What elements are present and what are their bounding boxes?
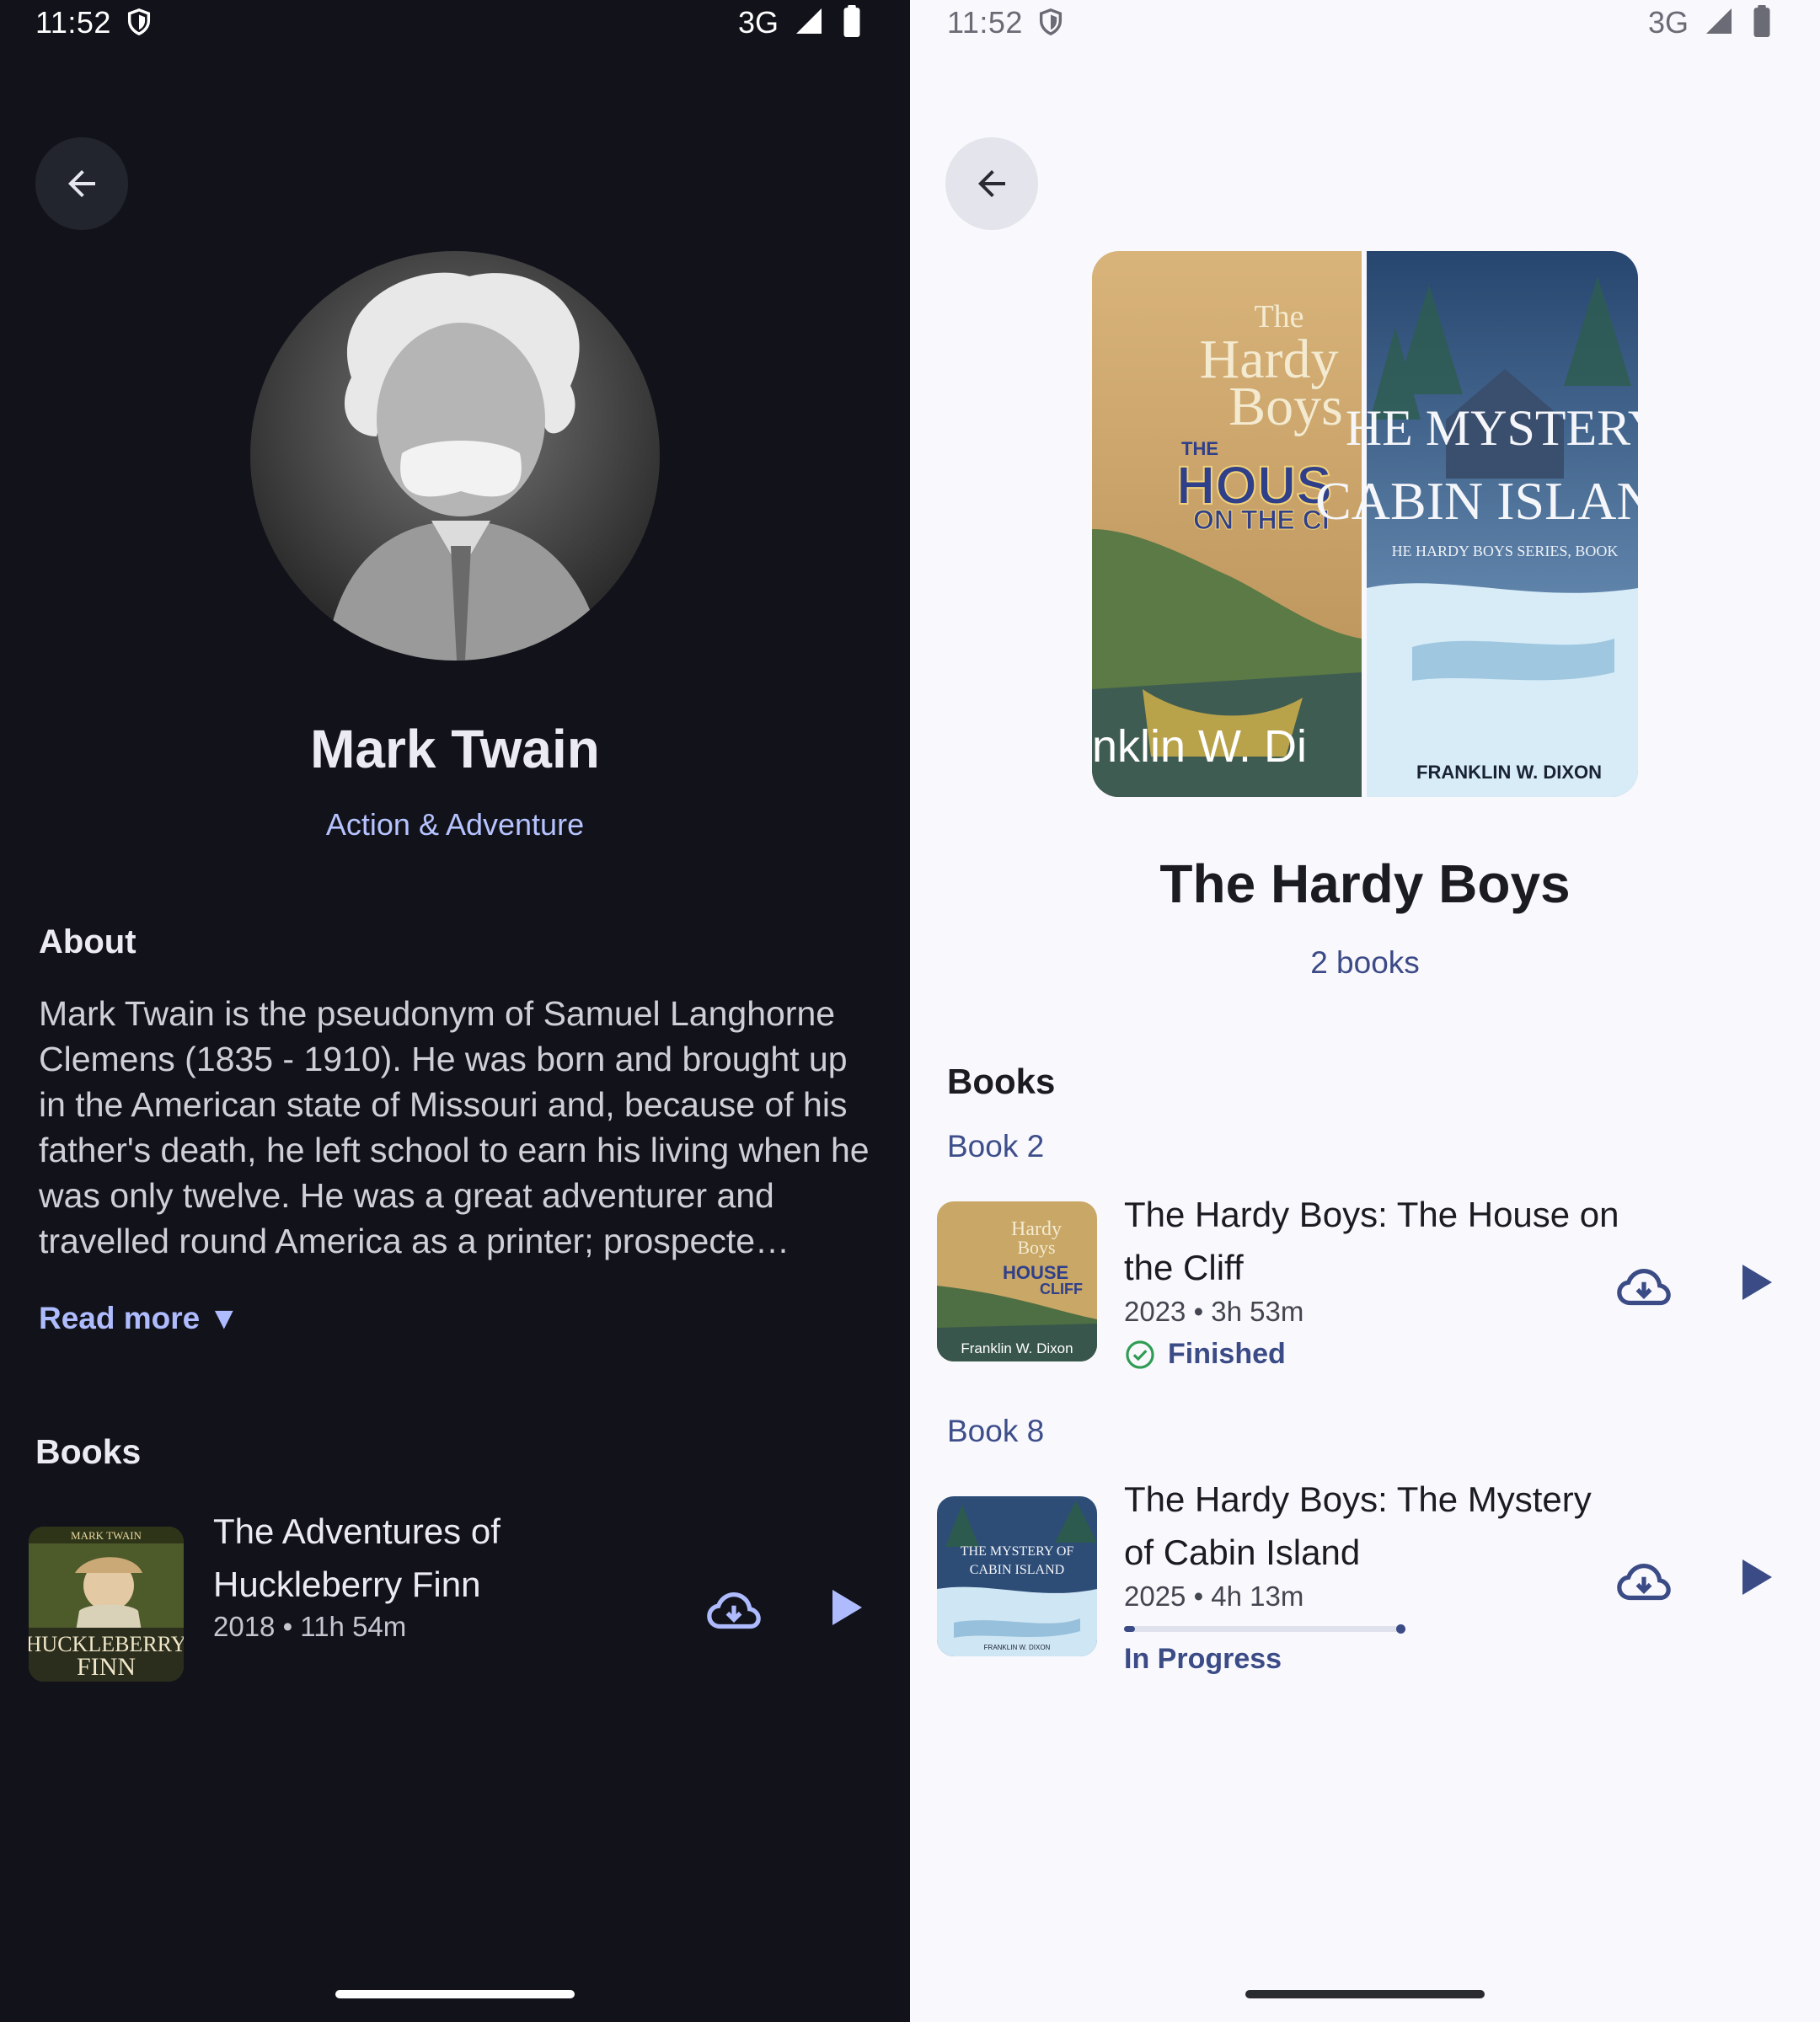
download-button[interactable]: [1614, 1259, 1673, 1322]
book-number-label: Book 8: [947, 1414, 1045, 1448]
cover-text: FRANKLIN W. DIXON: [984, 1644, 1051, 1651]
time-text: 11:52: [35, 5, 111, 40]
series-screen: 11:52 3G The Hardy Boys THE HOUS ON THE …: [910, 0, 1820, 2022]
read-more-button[interactable]: Read more ▼: [39, 1301, 239, 1336]
status-bar-network: 3G: [1648, 5, 1771, 40]
back-button[interactable]: [945, 137, 1038, 230]
cover-text: nklin W. Di: [1092, 721, 1307, 772]
play-icon: [1742, 1559, 1772, 1595]
cover-text: THE MYSTERY OF: [961, 1544, 1074, 1559]
book-title[interactable]: The Hardy Boys: The House on the Cliff: [1124, 1188, 1630, 1294]
cloud-download-icon: [707, 1591, 761, 1629]
network-text: 3G: [1648, 5, 1689, 40]
download-button[interactable]: [1614, 1554, 1673, 1617]
cover-text: CLIFF: [1040, 1281, 1083, 1297]
in-progress-status: In Progress: [1124, 1643, 1282, 1675]
author-name: Mark Twain: [310, 719, 600, 779]
book-meta: 2023 • 3h 53m: [1124, 1296, 1304, 1327]
signal-icon: [1706, 8, 1732, 34]
listening-progress-bar: [1124, 1624, 1405, 1634]
cover-text: FRANKLIN W. DIXON: [1416, 762, 1602, 783]
cover-text: HE HARDY BOYS SERIES, BOOK: [1392, 543, 1619, 559]
author-photo-illustration: [250, 251, 660, 661]
cover-subtitle-text: FINN: [77, 1653, 136, 1681]
about-heading: About: [39, 923, 136, 960]
check-circle-icon: [1126, 1340, 1154, 1369]
about-text: Mark Twain is the pseudonym of Samuel La…: [39, 994, 870, 1260]
series-book-count: 2 books: [1310, 945, 1420, 980]
cover-text: CABIN ISLAND: [970, 1563, 1064, 1577]
cover-author-text: MARK TWAIN: [71, 1529, 142, 1542]
cloud-download-icon: [1617, 1268, 1671, 1306]
cover-text: CABIN ISLAND: [1315, 471, 1638, 531]
series-cover-collage: The Hardy Boys THE HOUS ON THE CI nklin …: [1092, 251, 1638, 797]
cover-text: HE MYSTERY: [1346, 400, 1638, 456]
author-screen: 11:52 3G Mark Twain Action & Adventure A…: [0, 0, 910, 2022]
finished-status: Finished: [1124, 1338, 1286, 1371]
cloud-download-icon: [1617, 1563, 1671, 1601]
download-button[interactable]: [704, 1582, 763, 1645]
finished-label: Finished: [1168, 1338, 1286, 1370]
battery-icon: [843, 5, 860, 37]
progress-end-dot: [1396, 1624, 1405, 1634]
play-button[interactable]: [1731, 1259, 1778, 1310]
back-button[interactable]: [35, 137, 128, 230]
book-cover[interactable]: THE MYSTERY OF CABIN ISLAND FRANKLIN W. …: [937, 1496, 1097, 1656]
play-button[interactable]: [821, 1584, 868, 1635]
play-icon: [832, 1590, 862, 1625]
home-indicator[interactable]: [1245, 1990, 1485, 1998]
cover-text: Franklin W. Dixon: [961, 1340, 1073, 1356]
series-cover-art: The Hardy Boys THE HOUS ON THE CI nklin …: [1092, 251, 1638, 797]
cover-text: ON THE CI: [1193, 505, 1330, 535]
author-genre[interactable]: Action & Adventure: [0, 807, 910, 842]
status-bar-network: 3G: [738, 5, 861, 40]
book-cover[interactable]: Hardy Boys HOUSE CLIFF Franklin W. Dixon: [937, 1201, 1097, 1361]
time-text: 11:52: [947, 5, 1023, 40]
battery-icon: [1753, 5, 1770, 37]
shield-icon: [128, 8, 151, 36]
arrow-left-icon: [978, 170, 1005, 197]
books-heading: Books: [947, 1062, 1056, 1101]
network-text: 3G: [738, 5, 779, 40]
author-portrait: [250, 251, 660, 661]
status-bar-time: 11:52: [35, 5, 153, 40]
book-meta: 2018 • 11h 54m: [213, 1611, 407, 1642]
book-meta: 2025 • 4h 13m: [1124, 1581, 1304, 1612]
book-number-label: Book 2: [947, 1129, 1045, 1163]
home-indicator[interactable]: [335, 1990, 575, 1998]
cover-text: Boys: [1228, 376, 1343, 437]
signal-icon: [796, 8, 822, 34]
cabin-island-cover-art: THE MYSTERY OF CABIN ISLAND FRANKLIN W. …: [937, 1496, 1097, 1656]
shield-icon: [1040, 8, 1063, 36]
book-title[interactable]: The Hardy Boys: The Mystery of Cabin Isl…: [1124, 1473, 1630, 1579]
book-cover[interactable]: MARK TWAIN HUCKLEBERRY FINN: [29, 1527, 184, 1682]
book-title[interactable]: The Adventures of Huckleberry Finn: [213, 1505, 685, 1611]
house-on-cliff-cover-art: Hardy Boys HOUSE CLIFF Franklin W. Dixon: [937, 1201, 1097, 1361]
play-icon: [1742, 1265, 1772, 1300]
huck-finn-cover-art: MARK TWAIN HUCKLEBERRY FINN: [29, 1527, 184, 1682]
series-title: The Hardy Boys: [1159, 853, 1571, 914]
cover-text: Boys: [1017, 1237, 1055, 1258]
play-button[interactable]: [1731, 1554, 1778, 1605]
books-heading: Books: [35, 1432, 142, 1471]
progress-fill: [1124, 1626, 1136, 1632]
arrow-left-icon: [68, 170, 95, 197]
status-bar-time: 11:52: [947, 5, 1065, 40]
